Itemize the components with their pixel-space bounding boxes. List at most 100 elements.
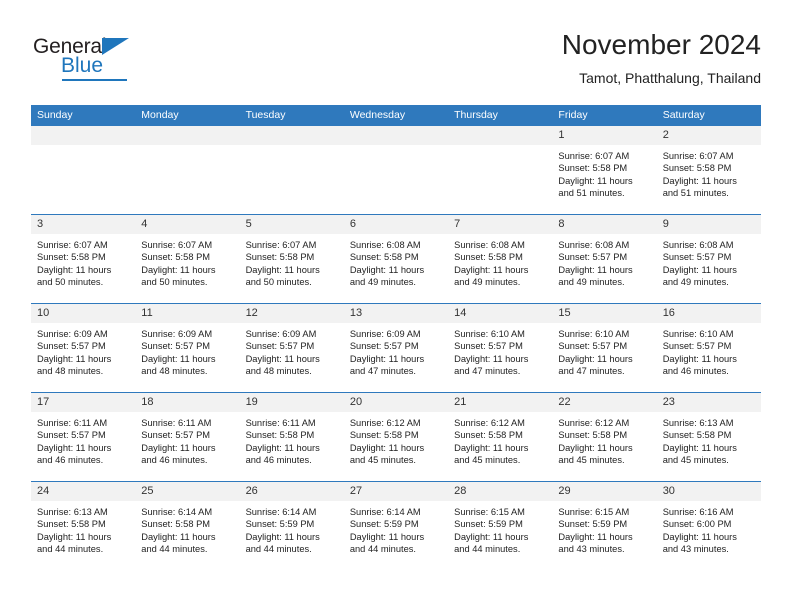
day-sun-info: Sunrise: 6:10 AM Sunset: 5:57 PM Daylight:…	[552, 323, 656, 378]
day-sun-info: Sunrise: 6:12 AM Sunset: 5:58 PM Daylight:…	[448, 412, 552, 467]
day-cell[interactable]: 16 Sunrise: 6:10 AM Sunset: 5:57 PM Dayligh…	[656, 304, 761, 392]
day-info-daylight2: and 44 minutes.	[349, 544, 416, 555]
day-cell[interactable]: 5 Sunrise: 6:07 AM Sunset: 5:58 PM Daylight…	[239, 215, 344, 303]
day-cell[interactable]: 3 Sunrise: 6:07 AM Sunset: 5:58 PM Daylight…	[31, 215, 136, 303]
day-info-sunrise: Sunrise: 6:12 AM	[349, 418, 421, 428]
day-cell[interactable]: 11 Sunrise: 6:09 AM Sunset: 5:57 PM Dayligh…	[135, 304, 240, 392]
day-number: 22	[558, 396, 571, 408]
day-info-daylight2: and 47 minutes.	[349, 366, 416, 377]
day-cell[interactable]: 13 Sunrise: 6:09 AM Sunset: 5:57 PM Dayligh…	[343, 304, 449, 392]
day-cell[interactable]: 7 Sunrise: 6:08 AM Sunset: 5:58 PM Daylight…	[448, 215, 553, 303]
day-cell[interactable]: 1 Sunrise: 6:07 AM Sunset: 5:58 PM Daylight…	[552, 126, 657, 214]
day-info-sunrise: Sunrise: 6:07 AM	[37, 240, 108, 250]
triangle-icon	[102, 38, 129, 55]
day-cell[interactable]: 10 Sunrise: 6:09 AM Sunset: 5:57 PM Dayligh…	[31, 304, 136, 392]
calendar-grid: Sunday Monday Tuesday Wednesday Thursday Frid…	[31, 105, 761, 571]
day-info-daylight1: Daylight: 11 hours	[141, 264, 216, 275]
weekday-header-tuesday: Tuesday	[245, 109, 286, 121]
page-subtitle: Tamot, Phatthalung, Thailand	[579, 70, 761, 86]
day-cell-empty	[31, 126, 136, 214]
day-cell[interactable]: 8 Sunrise: 6:08 AM Sunset: 5:57 PM Daylight…	[552, 215, 657, 303]
day-info-sunset: Sunset: 5:58 PM	[454, 252, 523, 263]
calendar-week-row: 1 Sunrise: 6:07 AM Sunset: 5:58 PM Daylight…	[31, 126, 761, 215]
day-info-daylight2: and 43 minutes.	[662, 544, 729, 555]
day-sun-info: Sunrise: 6:07 AM Sunset: 5:58 PM Daylight:…	[552, 145, 656, 200]
calendar-body: 1 Sunrise: 6:07 AM Sunset: 5:58 PM Daylight…	[31, 126, 761, 571]
day-info-daylight2: and 51 minutes.	[558, 188, 625, 199]
day-cell[interactable]: 9 Sunrise: 6:08 AM Sunset: 5:57 PM Daylight…	[656, 215, 761, 303]
day-cell[interactable]: 29 Sunrise: 6:15 AM Sunset: 5:59 PM Dayligh…	[552, 482, 657, 571]
day-number: 10	[37, 307, 50, 319]
day-cell[interactable]: 15 Sunrise: 6:10 AM Sunset: 5:57 PM Dayligh…	[552, 304, 657, 392]
day-sun-info: Sunrise: 6:07 AM Sunset: 5:58 PM Daylight:…	[31, 234, 135, 289]
day-info-daylight2: and 44 minutes.	[454, 544, 521, 555]
day-number: 28	[454, 485, 467, 497]
day-cell[interactable]: 24 Sunrise: 6:13 AM Sunset: 5:58 PM Dayligh…	[31, 482, 136, 571]
day-info-sunset: Sunset: 6:00 PM	[662, 519, 732, 530]
day-info-daylight2: and 51 minutes.	[662, 188, 729, 199]
day-info-sunset: Sunset: 5:59 PM	[245, 519, 315, 530]
day-info-sunrise: Sunrise: 6:14 AM	[141, 507, 213, 517]
day-cell[interactable]: 22 Sunrise: 6:12 AM Sunset: 5:58 PM Dayligh…	[552, 393, 657, 481]
day-cell[interactable]: 28 Sunrise: 6:15 AM Sunset: 5:59 PM Dayligh…	[448, 482, 553, 571]
day-cell[interactable]: 17 Sunrise: 6:11 AM Sunset: 5:57 PM Dayligh…	[31, 393, 136, 481]
day-number: 11	[141, 307, 153, 319]
day-info-sunset: Sunset: 5:59 PM	[454, 519, 523, 530]
day-info-daylight2: and 50 minutes.	[245, 277, 312, 288]
day-sun-info: Sunrise: 6:14 AM Sunset: 5:58 PM Daylight:…	[135, 501, 239, 556]
day-info-sunset: Sunset: 5:58 PM	[454, 430, 523, 441]
day-sun-info: Sunrise: 6:13 AM Sunset: 5:58 PM Daylight:…	[31, 501, 135, 556]
day-info-daylight2: and 49 minutes.	[558, 277, 625, 288]
day-number: 26	[245, 485, 258, 497]
day-sun-info: Sunrise: 6:11 AM Sunset: 5:57 PM Daylight:…	[31, 412, 135, 467]
day-info-daylight1: Daylight: 11 hours	[245, 264, 320, 275]
day-info-daylight2: and 44 minutes.	[37, 544, 104, 555]
day-info-sunset: Sunset: 5:58 PM	[37, 252, 106, 263]
title-block: November 2024 Tamot, Phatthalung, Thaila…	[562, 28, 761, 88]
day-info-daylight2: and 48 minutes.	[245, 366, 312, 377]
day-number: 2	[662, 129, 669, 141]
day-number-band: 22	[552, 393, 657, 412]
day-cell[interactable]: 23 Sunrise: 6:13 AM Sunset: 5:58 PM Dayligh…	[656, 393, 761, 481]
day-cell[interactable]: 20 Sunrise: 6:12 AM Sunset: 5:58 PM Dayligh…	[343, 393, 449, 481]
day-sun-info: Sunrise: 6:08 AM Sunset: 5:58 PM Daylight:…	[344, 234, 448, 289]
day-cell[interactable]: 12 Sunrise: 6:09 AM Sunset: 5:57 PM Dayligh…	[239, 304, 344, 392]
day-number-band: 25	[135, 482, 240, 501]
day-info-sunset: Sunset: 5:58 PM	[245, 252, 315, 263]
day-cell[interactable]: 19 Sunrise: 6:11 AM Sunset: 5:58 PM Dayligh…	[239, 393, 344, 481]
day-cell[interactable]: 2 Sunrise: 6:07 AM Sunset: 5:58 PM Daylight…	[656, 126, 761, 214]
day-number: 17	[37, 396, 50, 408]
day-number-band: 29	[552, 482, 657, 501]
calendar-page: General Blue November 2024 Tamot, Phatth…	[0, 0, 792, 612]
day-info-daylight1: Daylight: 11 hours	[37, 264, 112, 275]
day-info-daylight2: and 46 minutes.	[245, 455, 312, 466]
day-number: 7	[454, 218, 461, 230]
day-cell[interactable]: 27 Sunrise: 6:14 AM Sunset: 5:59 PM Dayligh…	[343, 482, 449, 571]
day-cell[interactable]: 25 Sunrise: 6:14 AM Sunset: 5:58 PM Dayligh…	[135, 482, 240, 571]
day-info-sunset: Sunset: 5:58 PM	[141, 252, 211, 263]
day-info-daylight2: and 49 minutes.	[349, 277, 416, 288]
day-number: 5	[245, 218, 252, 230]
day-cell[interactable]: 26 Sunrise: 6:14 AM Sunset: 5:59 PM Dayligh…	[239, 482, 344, 571]
day-cell[interactable]: 14 Sunrise: 6:10 AM Sunset: 5:57 PM Dayligh…	[448, 304, 553, 392]
day-number-band: 23	[656, 393, 761, 412]
day-cell[interactable]: 30 Sunrise: 6:16 AM Sunset: 6:00 PM Dayligh…	[656, 482, 761, 571]
page-title: November 2024	[561, 29, 761, 60]
day-info-daylight2: and 43 minutes.	[558, 544, 625, 555]
day-info-sunrise: Sunrise: 6:13 AM	[37, 507, 108, 517]
day-cell[interactable]: 18 Sunrise: 6:11 AM Sunset: 5:57 PM Dayligh…	[135, 393, 240, 481]
day-info-sunrise: Sunrise: 6:16 AM	[662, 507, 734, 517]
day-cell[interactable]: 21 Sunrise: 6:12 AM Sunset: 5:58 PM Dayligh…	[448, 393, 553, 481]
day-info-daylight1: Daylight: 11 hours	[558, 442, 633, 453]
calendar-week-row: 17 Sunrise: 6:11 AM Sunset: 5:57 PM Dayligh…	[31, 393, 761, 482]
day-number: 1	[558, 129, 565, 141]
day-info-sunset: Sunset: 5:58 PM	[558, 430, 628, 441]
day-cell[interactable]: 4 Sunrise: 6:07 AM Sunset: 5:58 PM Daylight…	[135, 215, 240, 303]
day-info-sunrise: Sunrise: 6:08 AM	[454, 240, 525, 250]
day-cell[interactable]: 6 Sunrise: 6:08 AM Sunset: 5:58 PM Daylight…	[343, 215, 449, 303]
day-sun-info: Sunrise: 6:08 AM Sunset: 5:58 PM Daylight:…	[448, 234, 552, 289]
day-info-sunrise: Sunrise: 6:13 AM	[662, 418, 734, 428]
weekday-header-thursday: Thursday	[454, 109, 498, 121]
day-cell-empty	[135, 126, 240, 214]
day-number-band: 13	[343, 304, 449, 323]
